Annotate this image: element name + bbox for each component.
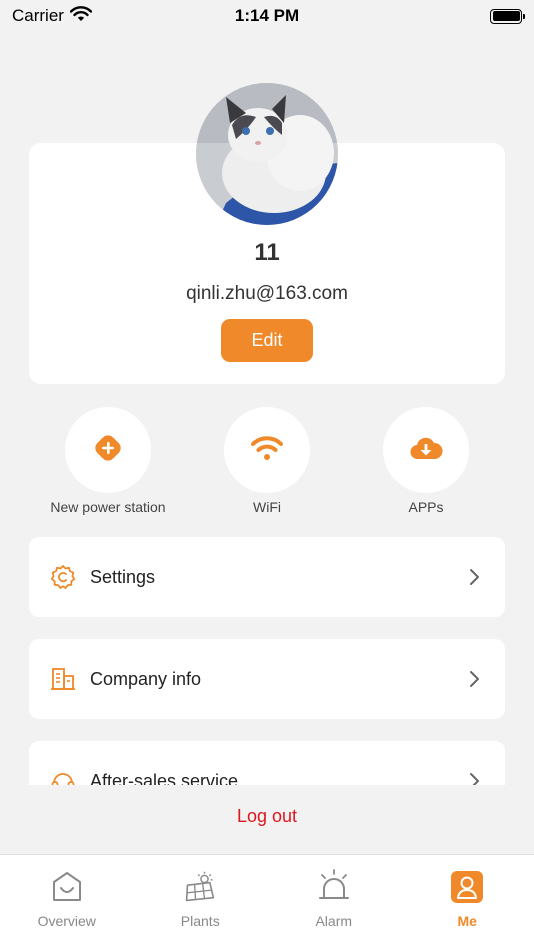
headset-icon	[49, 767, 77, 785]
plus-diamond-icon	[92, 432, 124, 469]
building-icon	[49, 665, 77, 693]
menu-label-company-info: Company info	[90, 668, 202, 689]
home-icon	[50, 869, 84, 905]
tab-label-plants: Plants	[180, 913, 220, 929]
tab-overview[interactable]: Overview	[0, 855, 134, 950]
wifi-icon	[250, 434, 284, 467]
gear-icon	[49, 563, 77, 591]
wifi-button[interactable]: WiFi	[192, 407, 342, 515]
tab-label-me: Me	[457, 913, 477, 929]
menu-label-settings: Settings	[90, 566, 156, 587]
chevron-right-icon	[465, 669, 485, 689]
menu-item-settings[interactable]: Settings	[29, 537, 505, 617]
wifi-label: WiFi	[253, 499, 281, 515]
email: qinli.zhu@163.com	[186, 283, 348, 304]
new-power-station-circle[interactable]	[65, 407, 151, 493]
tab-plants[interactable]: Plants	[134, 855, 268, 950]
menu-item-after-sales-service[interactable]: After-sales service	[29, 741, 505, 785]
solar-panel-icon	[183, 869, 217, 905]
cloud-download-icon	[409, 435, 443, 466]
apps-button[interactable]: APPs	[351, 407, 501, 515]
new-power-station-button[interactable]: New power station	[33, 407, 183, 515]
apps-label: APPs	[408, 499, 444, 515]
scroll-content[interactable]: 11 qinli.zhu@163.com Edit New power stat…	[0, 0, 534, 785]
chevron-right-icon	[465, 771, 485, 785]
tab-me[interactable]: Me	[401, 855, 534, 950]
wifi-circle[interactable]	[224, 407, 310, 493]
tab-label-alarm: Alarm	[315, 913, 353, 929]
new-power-station-label: New power station	[50, 499, 166, 515]
logout-button[interactable]: Log out	[0, 806, 534, 827]
tab-bar: Overview Plants Alarm Me	[0, 854, 534, 950]
tab-alarm[interactable]: Alarm	[267, 855, 401, 950]
chevron-right-icon	[465, 567, 485, 587]
alarm-light-icon	[317, 869, 351, 905]
edit-profile-button[interactable]: Edit	[221, 319, 313, 362]
avatar[interactable]	[196, 83, 338, 225]
tab-label-overview: Overview	[37, 913, 96, 929]
apps-circle[interactable]	[383, 407, 469, 493]
person-icon	[450, 869, 484, 905]
menu-item-company-info[interactable]: Company info	[29, 639, 505, 719]
menu-label-after-sales-service: After-sales service	[90, 770, 239, 786]
username: 11	[254, 239, 280, 266]
